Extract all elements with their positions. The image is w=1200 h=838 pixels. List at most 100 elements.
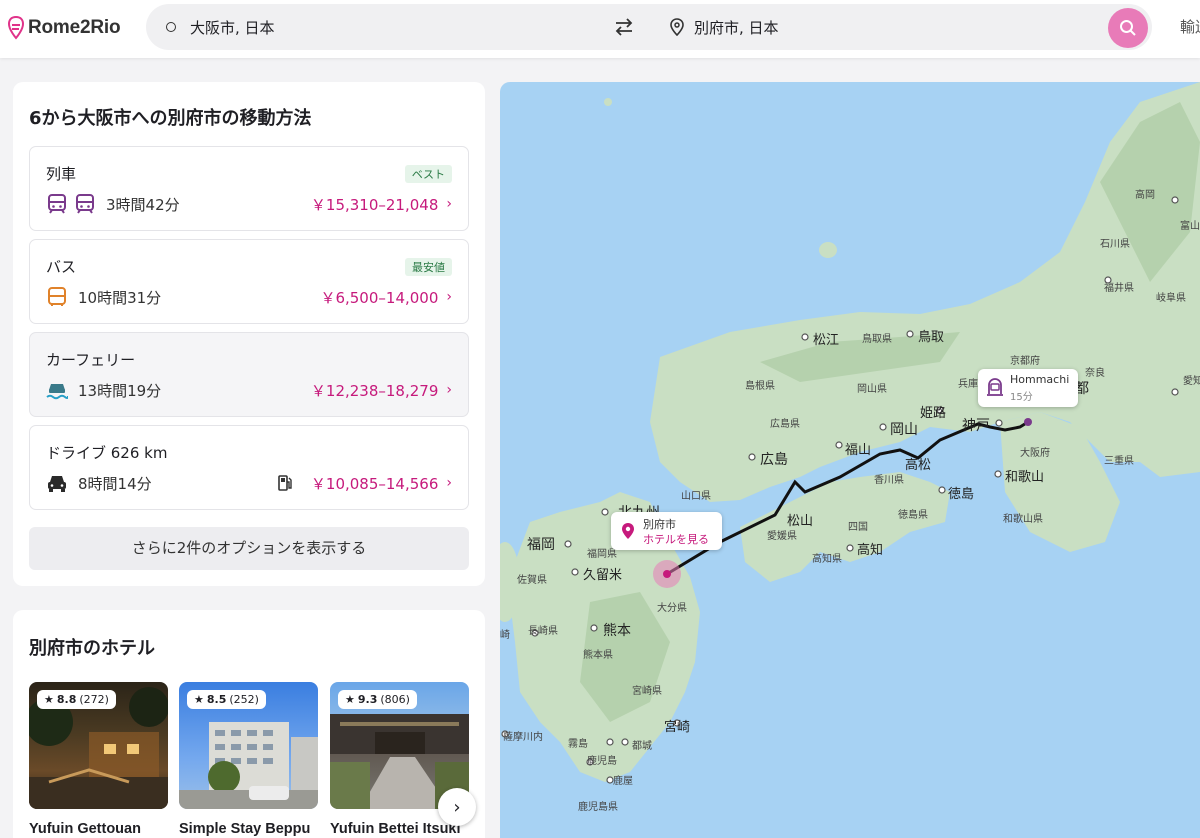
destination-text: 別府市, 日本 xyxy=(694,18,779,37)
map-label: 石川県 xyxy=(1100,239,1130,250)
map-label: 高松 xyxy=(905,458,932,473)
chevron-right-icon: › xyxy=(446,196,452,212)
location-pin-icon xyxy=(670,18,684,36)
routes-title: 6から大阪市への別府市の移動方法 xyxy=(29,108,312,129)
origin-field[interactable]: 大阪市, 日本 xyxy=(166,4,275,50)
map-label: 高知県 xyxy=(812,554,842,565)
map-label: 鹿児島県 xyxy=(578,802,618,813)
route-badge-cheapest: 最安値 xyxy=(405,258,452,276)
hommachi-marker[interactable] xyxy=(1024,418,1032,426)
rating-count: (806) xyxy=(380,693,410,706)
map-label: 広島 xyxy=(760,452,788,468)
route-name: カーフェリー xyxy=(46,351,136,369)
rating-score: 8.8 xyxy=(56,693,77,706)
route-option-car-ferry[interactable]: カーフェリー 13時間19分 ￥12,238–18,279 › xyxy=(29,332,469,417)
train-icon xyxy=(48,194,66,214)
chevron-right-icon: › xyxy=(446,475,452,491)
map-canvas xyxy=(500,82,1200,784)
car-ferry-icon xyxy=(46,384,68,400)
rome2rio-logo-icon xyxy=(8,16,24,40)
map-label: 崎 xyxy=(500,630,510,641)
hotel-photo: ★ 8.5 (252) xyxy=(179,682,318,809)
map-label: 兵庫 xyxy=(958,379,978,390)
map-label: 和歌山県 xyxy=(1003,514,1043,525)
map-label: 島根県 xyxy=(745,381,775,392)
beppu-marker[interactable] xyxy=(663,570,671,578)
search-button[interactable] xyxy=(1108,8,1148,48)
map-label: 佐賀県 xyxy=(517,575,547,586)
map-label: 和歌山 xyxy=(1005,470,1045,485)
map-label: 熊本 xyxy=(603,623,631,639)
map-label: 岡山県 xyxy=(857,384,887,395)
rating-score: 8.5 xyxy=(206,693,227,706)
map-label: 鹿屋 xyxy=(613,776,633,787)
logo[interactable]: Rome2Rio xyxy=(8,14,121,42)
map-label: 大阪府 xyxy=(1020,448,1050,459)
popup-title: Hommachi xyxy=(1010,373,1070,386)
route-name: ドライブ 626 km xyxy=(46,444,168,462)
routes-card: 6から大阪市への別府市の移動方法 列車 ベスト 3時間42分 ￥15,310–2… xyxy=(13,82,485,586)
show-more-options-button[interactable]: さらに2件のオプションを表示する xyxy=(29,527,469,570)
header: Rome2Rio 大阪市, 日本 別府市, 日本 輸送 xyxy=(0,0,1200,58)
map-label: 四国 xyxy=(848,522,868,533)
hotel-card[interactable]: ★ 8.5 (252) Simple Stay Beppu xyxy=(179,682,318,837)
hommachi-popup[interactable]: Hommachi 15分 xyxy=(978,369,1078,407)
map-label: 宮崎 xyxy=(664,720,691,735)
oki-island xyxy=(819,242,837,258)
hotel-name: Yufuin Gettouan xyxy=(29,821,141,837)
map[interactable]: 松江 鳥取県 鳥取 島根県 岡山県 兵庫 京都府 都 広島県 姫路 岡山 神戸 … xyxy=(500,82,1200,838)
map-label: 薩摩川内 xyxy=(503,732,543,743)
fuel-icon xyxy=(278,475,292,491)
route-price: ￥12,238–18,279 xyxy=(310,381,439,400)
map-label: 神戸 xyxy=(962,418,990,434)
route-option-bus[interactable]: バス 最安値 10時間31分 ￥6,500–14,000 › xyxy=(29,239,469,324)
rating-score: 9.3 xyxy=(357,693,378,706)
train-icon xyxy=(76,194,94,214)
star-icon: ★ xyxy=(194,693,204,706)
view-hotels-link[interactable]: ホテルを見る xyxy=(643,531,709,547)
route-time: 13時間19分 xyxy=(78,381,162,400)
beppu-popup[interactable]: 別府市 ホテルを見る xyxy=(611,512,722,550)
rating-count: (252) xyxy=(229,693,259,706)
map-label: 鹿児島 xyxy=(587,756,617,767)
carousel-next-button[interactable]: › xyxy=(438,788,476,826)
small-island xyxy=(604,98,612,106)
rating-badge: ★ 8.5 (252) xyxy=(187,690,266,709)
map-label: 香川県 xyxy=(874,475,904,486)
route-price: ￥6,500–14,000 xyxy=(320,288,439,307)
map-label: 福井県 xyxy=(1104,283,1134,294)
map-label: 高岡 xyxy=(1135,190,1155,201)
route-price: ￥10,085–14,566 xyxy=(310,474,439,493)
map-label: 福岡 xyxy=(527,537,555,553)
hotels-title: 別府市のホテル xyxy=(29,638,155,659)
map-label: 姫路 xyxy=(920,406,947,421)
map-label: 三重県 xyxy=(1104,456,1134,467)
map-label: 富山県 xyxy=(1180,221,1200,232)
destination-field[interactable]: 別府市, 日本 xyxy=(670,4,779,50)
map-label: 松江 xyxy=(813,333,840,348)
route-option-train[interactable]: 列車 ベスト 3時間42分 ￥15,310–21,048 › xyxy=(29,146,469,231)
route-time: 3時間42分 xyxy=(106,195,180,214)
route-price: ￥15,310–21,048 xyxy=(310,195,439,214)
chevron-right-icon: › xyxy=(446,289,452,305)
hotel-card[interactable]: ★ 8.8 (272) Yufuin Gettouan xyxy=(29,682,168,837)
route-option-drive[interactable]: ドライブ 626 km 8時間14分 ￥10,085–14,566 › xyxy=(29,425,469,510)
subway-icon xyxy=(987,378,1003,396)
chevron-right-icon: › xyxy=(446,382,452,398)
map-label: 宮崎県 xyxy=(632,686,662,697)
route-name: 列車 xyxy=(46,165,77,183)
search-bar: 大阪市, 日本 別府市, 日本 xyxy=(146,4,1152,50)
header-transport-link[interactable]: 輸送 xyxy=(1180,16,1200,37)
swap-icon[interactable] xyxy=(612,16,636,38)
map-label: 霧島 xyxy=(568,739,588,750)
map-label: 長崎県 xyxy=(528,626,558,637)
star-icon: ★ xyxy=(345,693,355,706)
map-label: 熊本県 xyxy=(583,650,613,661)
map-label: 大分県 xyxy=(657,603,687,614)
map-label: 都城 xyxy=(632,741,652,752)
map-label: 福山 xyxy=(845,443,872,458)
map-label: 広島県 xyxy=(770,419,800,430)
origin-dot-icon xyxy=(166,22,176,32)
location-pin-icon xyxy=(622,523,634,539)
map-label: 岐阜県 xyxy=(1156,293,1186,304)
